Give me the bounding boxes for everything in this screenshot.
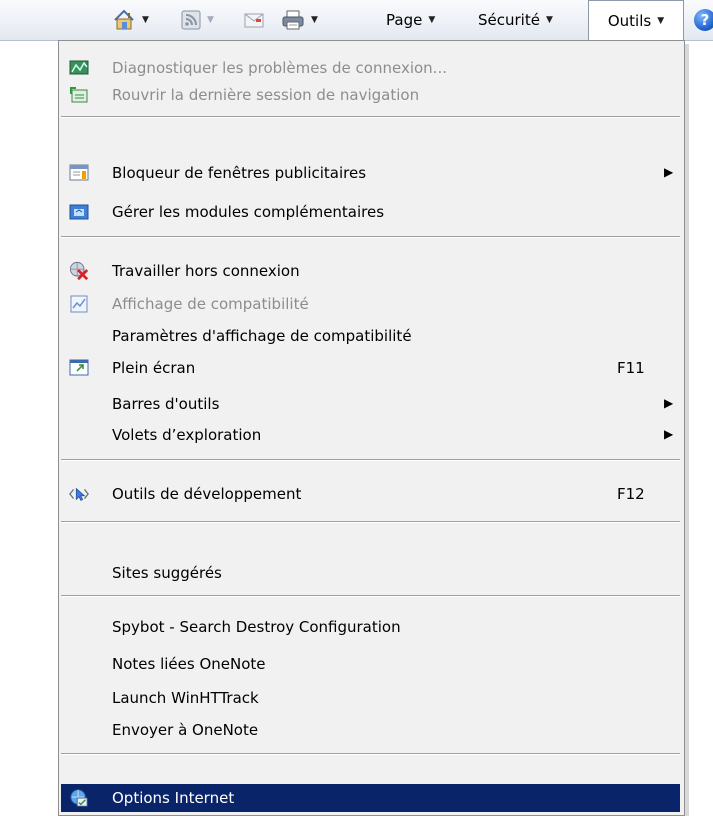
- work-offline-icon: [69, 261, 89, 281]
- menu-item-explorer-bars[interactable]: Volets d’exploration ▶: [61, 421, 680, 449]
- read-mail-button[interactable]: [243, 7, 265, 33]
- menu-separator: [61, 753, 680, 755]
- menu-item-label: Volets d’exploration: [112, 426, 262, 444]
- menu-item-label: Rouvrir la dernière session de navigatio…: [112, 86, 420, 104]
- menu-item-work-offline[interactable]: Travailler hors connexion: [61, 257, 680, 285]
- menu-separator: [61, 116, 680, 118]
- chevron-down-icon: ▼: [657, 15, 665, 26]
- menu-item-reopen-session[interactable]: Rouvrir la dernière session de navigatio…: [61, 81, 680, 109]
- menu-separator: [61, 236, 680, 238]
- menu-item-suggested-sites[interactable]: Sites suggérés: [61, 559, 680, 587]
- security-menu-label: Sécurité: [478, 11, 540, 29]
- print-dropdown-arrow[interactable]: ▼: [311, 15, 318, 25]
- compatibility-view-icon: [69, 294, 89, 314]
- menu-item-label: Notes liées OneNote: [112, 655, 266, 673]
- menu-item-label: Diagnostiquer les problèmes de connexion…: [112, 59, 447, 77]
- rss-feed-icon: [181, 10, 201, 30]
- submenu-arrow-icon: ▶: [664, 396, 674, 410]
- menu-item-label: Envoyer à OneNote: [112, 721, 259, 739]
- feeds-dropdown-arrow[interactable]: ▼: [207, 15, 214, 25]
- menu-separator: [61, 521, 680, 523]
- menu-item-label: Gérer les modules complémentaires: [112, 203, 385, 221]
- menu-item-developer-tools[interactable]: Outils de développement F12: [61, 480, 680, 508]
- menu-item-label: Spybot - Search Destroy Configuration: [112, 618, 401, 636]
- menu-item-label: Options Internet: [112, 789, 235, 807]
- home-icon: [112, 8, 136, 32]
- chevron-down-icon: ▼: [545, 15, 553, 25]
- menu-item-onenote-linked-notes[interactable]: Notes liées OneNote: [61, 650, 680, 678]
- network-diagnose-icon: [69, 58, 89, 78]
- menu-item-label: Paramètres d'affichage de compatibilité: [112, 327, 412, 345]
- menu-item-diagnose-connection[interactable]: Diagnostiquer les problèmes de connexion…: [61, 54, 680, 82]
- menu-item-compatibility-settings[interactable]: Paramètres d'affichage de compatibilité: [61, 322, 680, 350]
- tools-dropdown-menu: Diagnostiquer les problèmes de connexion…: [58, 40, 685, 816]
- menu-item-label: Plein écran: [112, 359, 196, 377]
- internet-options-icon: [69, 788, 89, 808]
- menu-item-label: Bloqueur de fenêtres publicitaires: [112, 164, 367, 182]
- developer-tools-icon: [69, 484, 89, 504]
- home-button[interactable]: ▼: [112, 7, 149, 33]
- menu-item-compatibility-view[interactable]: Affichage de compatibilité: [61, 290, 680, 318]
- menu-item-label: Affichage de compatibilité: [112, 295, 309, 313]
- menu-item-toolbars[interactable]: Barres d'outils ▶: [61, 390, 680, 418]
- print-button[interactable]: ▼: [281, 7, 318, 33]
- tools-menu-label: Outils: [607, 11, 652, 30]
- page-menu-label: Page: [386, 11, 423, 29]
- menu-item-label: Outils de développement: [112, 485, 302, 503]
- menu-item-label: Barres d'outils: [112, 395, 220, 413]
- reopen-session-icon: [69, 85, 89, 105]
- menu-item-label: Travailler hors connexion: [112, 262, 300, 280]
- menu-item-full-screen[interactable]: Plein écran F11: [61, 354, 680, 382]
- menu-item-manage-addons[interactable]: Gérer les modules complémentaires: [61, 198, 680, 226]
- menu-item-shortcut: F12: [617, 485, 645, 503]
- popup-blocker-icon: [69, 163, 89, 183]
- chevron-down-icon: ▼: [428, 15, 436, 25]
- menu-separator: [61, 595, 680, 597]
- fullscreen-icon: [69, 358, 89, 378]
- home-dropdown-arrow[interactable]: ▼: [142, 15, 149, 25]
- security-menu-button[interactable]: Sécurité ▼: [478, 7, 553, 33]
- manage-addons-icon: [69, 202, 89, 222]
- menu-item-label: Sites suggérés: [112, 564, 222, 582]
- command-bar: ▼ ▼ ▼ Page ▼ Sécurité ▼ Outils ▼ ?: [0, 0, 713, 41]
- mail-icon: [243, 10, 265, 30]
- tools-menu-button[interactable]: Outils ▼: [588, 0, 684, 40]
- feeds-button[interactable]: ▼: [181, 7, 214, 33]
- page-menu-button[interactable]: Page ▼: [386, 7, 435, 33]
- menu-item-internet-options[interactable]: Options Internet: [61, 784, 680, 812]
- submenu-arrow-icon: ▶: [664, 427, 674, 441]
- menu-item-launch-winhttrack[interactable]: Launch WinHTTrack: [61, 684, 680, 712]
- menu-item-send-to-onenote[interactable]: Envoyer à OneNote: [61, 716, 680, 744]
- submenu-arrow-icon: ▶: [664, 165, 674, 179]
- menu-separator: [61, 459, 680, 461]
- menu-item-spybot-configuration[interactable]: Spybot - Search Destroy Configuration: [61, 613, 680, 641]
- menu-item-shortcut: F11: [617, 359, 645, 377]
- menu-item-popup-blocker[interactable]: Bloqueur de fenêtres publicitaires ▶: [61, 159, 680, 187]
- printer-icon: [281, 9, 305, 31]
- help-icon[interactable]: ?: [694, 9, 713, 31]
- menu-item-label: Launch WinHTTrack: [112, 689, 259, 707]
